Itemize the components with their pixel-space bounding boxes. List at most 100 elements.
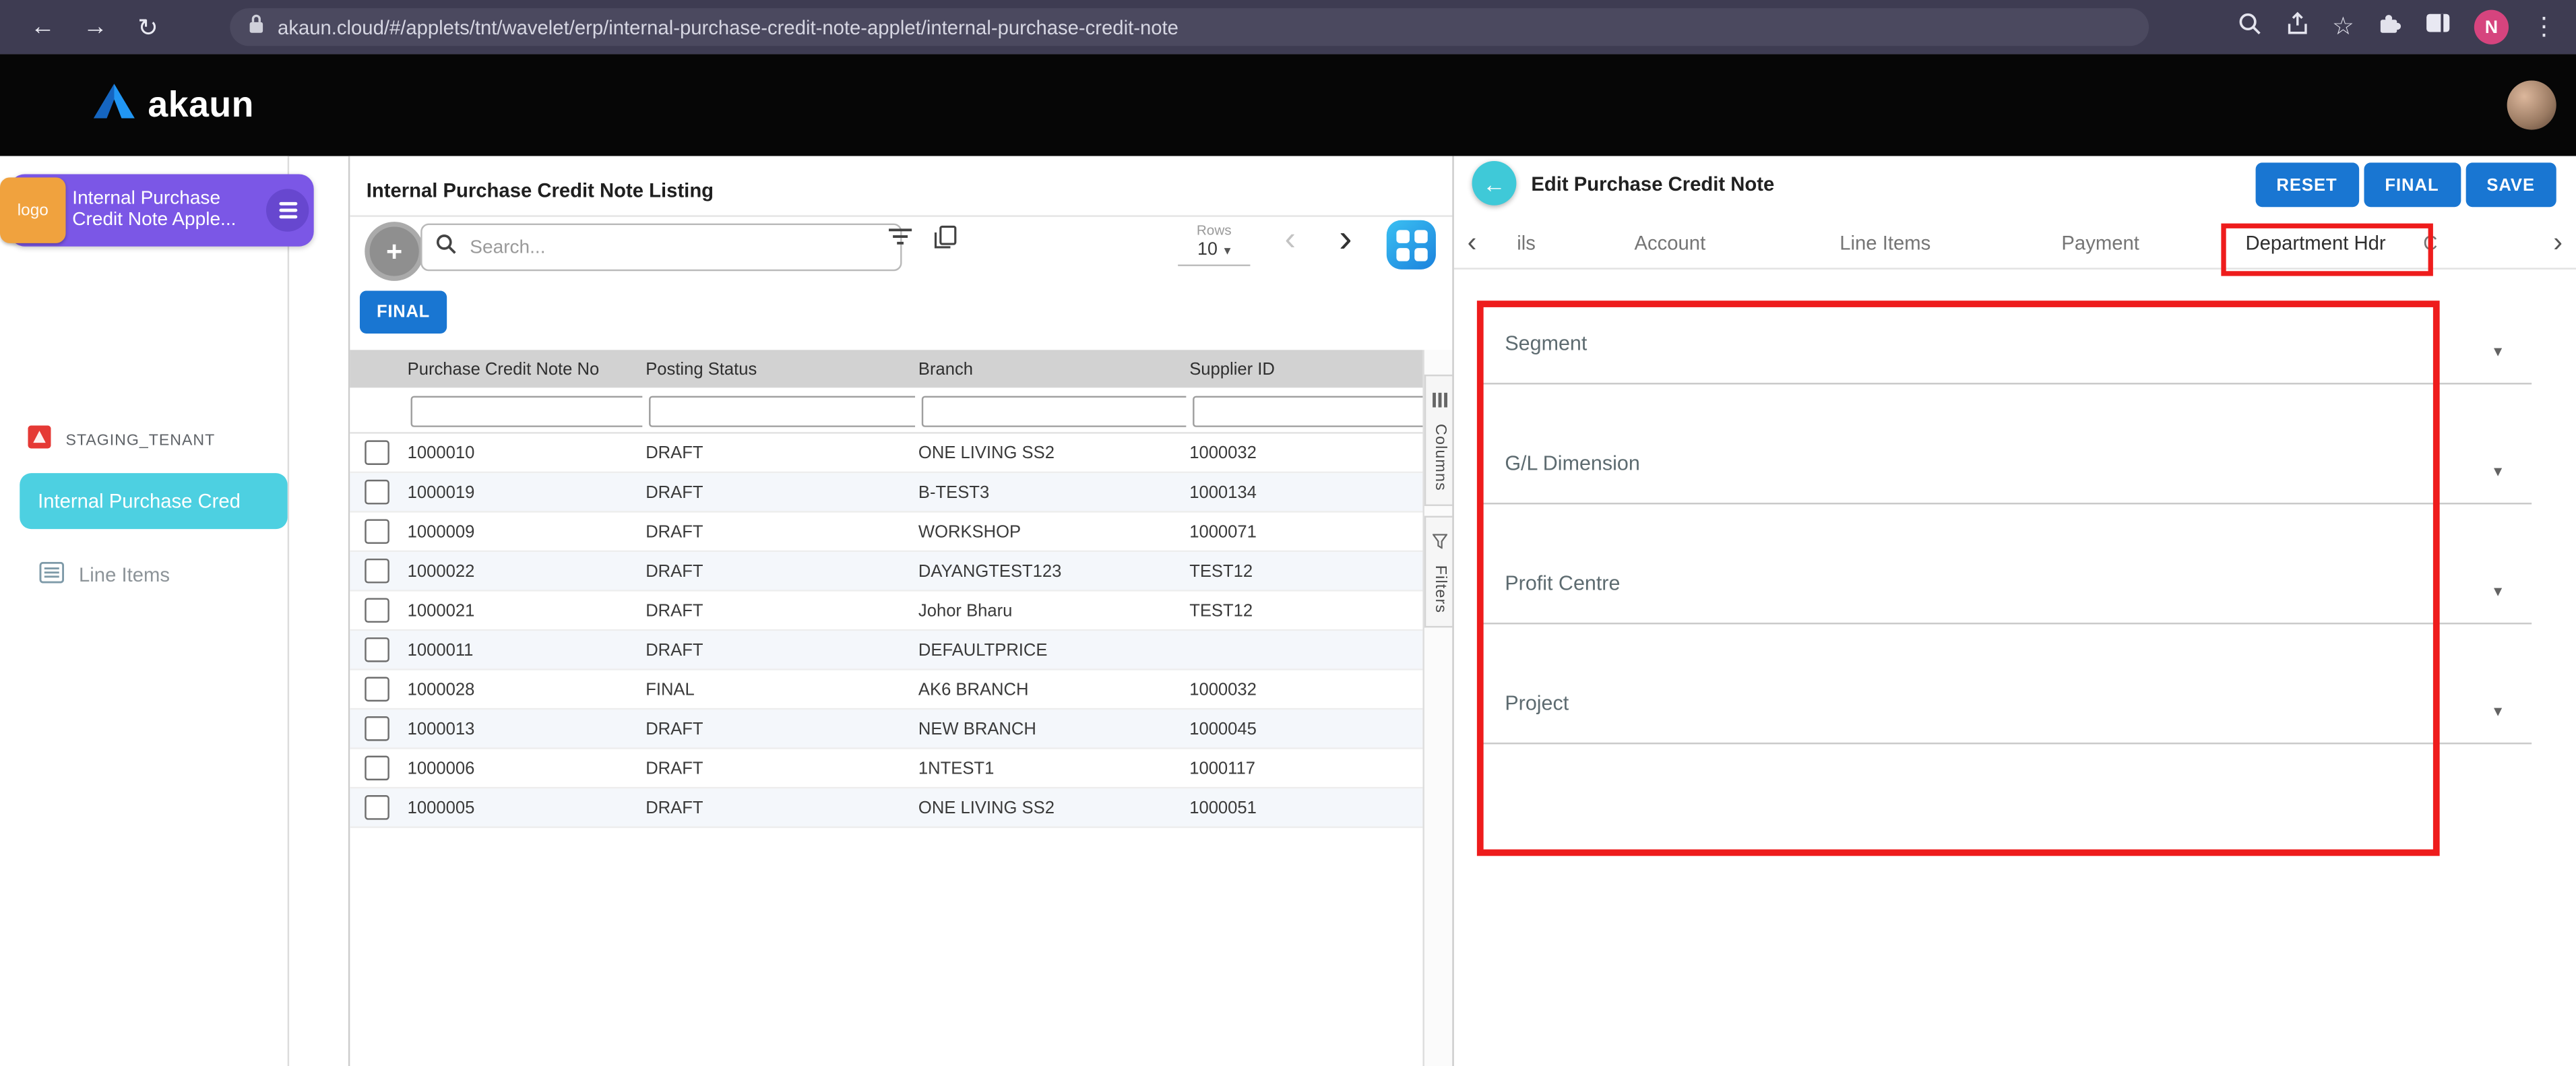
cell-posting-status: DRAFT [642,758,915,778]
tabs-scroll-left-icon[interactable]: ‹ [1454,226,1490,259]
form-fields: Segment ▾ G/L Dimension ▾ Profit Centre … [1480,322,2532,802]
browser-menu-icon[interactable]: ⋮ [2532,15,2556,40]
next-page-button[interactable]: › [1339,217,1352,263]
copy-pages-icon[interactable] [933,225,958,258]
table-row[interactable]: 1000006 DRAFT 1NTEST1 1000117 [350,749,1422,789]
sidebar-item-internal-purchase-credit-note[interactable]: Internal Purchase Cred [20,473,287,529]
final-button[interactable]: FINAL [2364,162,2461,207]
user-avatar[interactable] [2507,80,2556,129]
table-row[interactable]: 1000009 DRAFT WORKSHOP 1000071 [350,513,1422,553]
cell-purchase-credit-note-no: 1000022 [404,561,643,581]
side-panel-icon[interactable] [2425,11,2451,42]
applet-switcher[interactable]: logo Internal Purchase Credit Note Apple… [10,174,314,246]
row-checkbox[interactable] [365,440,389,465]
browser-profile-avatar[interactable]: N [2474,10,2509,44]
table-row[interactable]: 1000005 DRAFT ONE LIVING SS2 1000051 [350,788,1422,828]
column-header[interactable]: Branch [915,359,1186,379]
row-checkbox[interactable] [365,637,389,662]
dropdown-caret-icon[interactable]: ▾ [2494,344,2502,362]
columns-side-tab[interactable]: Columns [1424,375,1454,506]
table-side-strip: Columns Filters [1422,350,1453,1066]
zoom-icon[interactable] [2237,11,2262,44]
columns-icon [1433,386,1447,416]
table-row[interactable]: 1000019 DRAFT B-TEST3 1000134 [350,473,1422,513]
dropdown-field[interactable]: Project ▾ [1480,682,2532,802]
cell-branch: B-TEST3 [915,482,1186,502]
cell-purchase-credit-note-no: 1000010 [404,443,643,462]
row-checkbox[interactable] [365,519,389,544]
grid-view-button[interactable] [1387,220,1436,270]
tab-item[interactable]: Line Items [1778,232,1992,255]
dropdown-caret-icon[interactable]: ▾ [2494,703,2502,722]
table-row[interactable]: 1000010 DRAFT ONE LIVING SS2 1000032 [350,434,1422,474]
column-filter-input[interactable] [1193,395,1436,426]
filter-list-icon[interactable] [887,225,914,255]
row-checkbox[interactable] [365,795,389,820]
tenant-selector[interactable]: STAGING_TENANT [28,425,215,456]
cell-posting-status: DRAFT [642,798,915,817]
filters-side-tab[interactable]: Filters [1424,516,1454,629]
row-checkbox[interactable] [365,480,389,505]
tab-item[interactable]: ils [1490,232,1562,255]
dropdown-caret-icon[interactable]: ▾ [2494,464,2502,482]
column-header[interactable]: Purchase Credit Note No [404,359,643,379]
column-header[interactable]: Supplier ID [1186,359,1436,379]
tab-item[interactable]: C [2423,232,2459,255]
table-row[interactable]: 1000013 DRAFT NEW BRANCH 1000045 [350,710,1422,749]
address-bar[interactable]: akaun.cloud/#/applets/tnt/wavelet/erp/in… [230,8,2149,46]
save-button[interactable]: SAVE [2465,162,2556,207]
tab-item[interactable]: Department Hdr [2208,232,2423,255]
search-input[interactable] [466,236,887,259]
tenant-icon [28,425,51,456]
row-checkbox[interactable] [365,716,389,741]
row-checkbox[interactable] [365,598,389,623]
table-row[interactable]: 1000028 FINAL AK6 BRANCH 1000032 [350,670,1422,710]
table-row[interactable]: 1000022 DRAFT DAYANGTEST123 TEST12 [350,552,1422,592]
share-icon[interactable] [2284,11,2309,44]
rows-per-page-select[interactable]: 10 ▾ [1178,240,1250,266]
dropdown-caret-icon[interactable]: ▾ [2494,584,2502,602]
cell-purchase-credit-note-no: 1000005 [404,798,643,817]
row-checkbox[interactable] [365,559,389,584]
tab-item[interactable]: Account [1563,232,1778,255]
divider [350,215,1453,216]
cell-branch: 1NTEST1 [915,758,1186,778]
browser-back-button[interactable]: ← [16,13,69,41]
column-filter-input[interactable] [922,395,1187,426]
lock-icon [248,12,264,42]
add-record-button[interactable]: + [365,222,424,281]
chevron-down-icon: ▾ [1224,243,1231,257]
cell-posting-status: DRAFT [642,561,915,581]
browser-forward-button[interactable]: → [69,13,121,41]
column-filter-input[interactable] [649,395,915,426]
dropdown-field[interactable]: G/L Dimension ▾ [1480,442,2532,562]
extensions-puzzle-icon[interactable] [2377,11,2402,44]
back-button[interactable]: ← [1472,161,1517,206]
editor-tabs-bar: ‹ ilsAccountLine ItemsPaymentDepartment … [1454,218,2576,270]
browser-reload-button[interactable]: ↻ [121,12,174,42]
row-checkbox[interactable] [365,756,389,781]
tab-item[interactable]: Payment [1992,232,2207,255]
cell-branch: DAYANGTEST123 [915,561,1186,581]
table-row[interactable]: 1000011 DRAFT DEFAULTPRICE [350,631,1422,670]
hamburger-menu-icon[interactable] [266,189,309,231]
dropdown-field[interactable]: Segment ▾ [1480,322,2532,442]
sidebar-item-line-items[interactable]: Line Items [40,562,170,588]
sidebar: STAGING_TENANT Internal Purchase Cred Li… [0,156,289,1066]
bookmark-star-icon[interactable]: ☆ [2332,15,2354,40]
reset-button[interactable]: RESET [2255,162,2359,207]
row-checkbox[interactable] [365,677,389,702]
column-header[interactable]: Posting Status [642,359,915,379]
previous-page-button[interactable]: ‹ [1285,222,1296,259]
table-row[interactable]: 1000021 DRAFT Johor Bharu TEST12 [350,592,1422,631]
funnel-icon [1433,528,1447,557]
app-header: akaun [0,54,2576,156]
status-filter-chip[interactable]: FINAL [360,291,447,334]
table-filter-row [350,387,1422,433]
field-underline [1480,623,2532,624]
column-filter-input[interactable] [411,395,643,426]
cell-supplier-id: TEST12 [1186,561,1436,581]
akaun-logo[interactable]: akaun [94,54,254,156]
tabs-scroll-right-icon[interactable]: › [2540,226,2576,259]
dropdown-field[interactable]: Profit Centre ▾ [1480,562,2532,682]
